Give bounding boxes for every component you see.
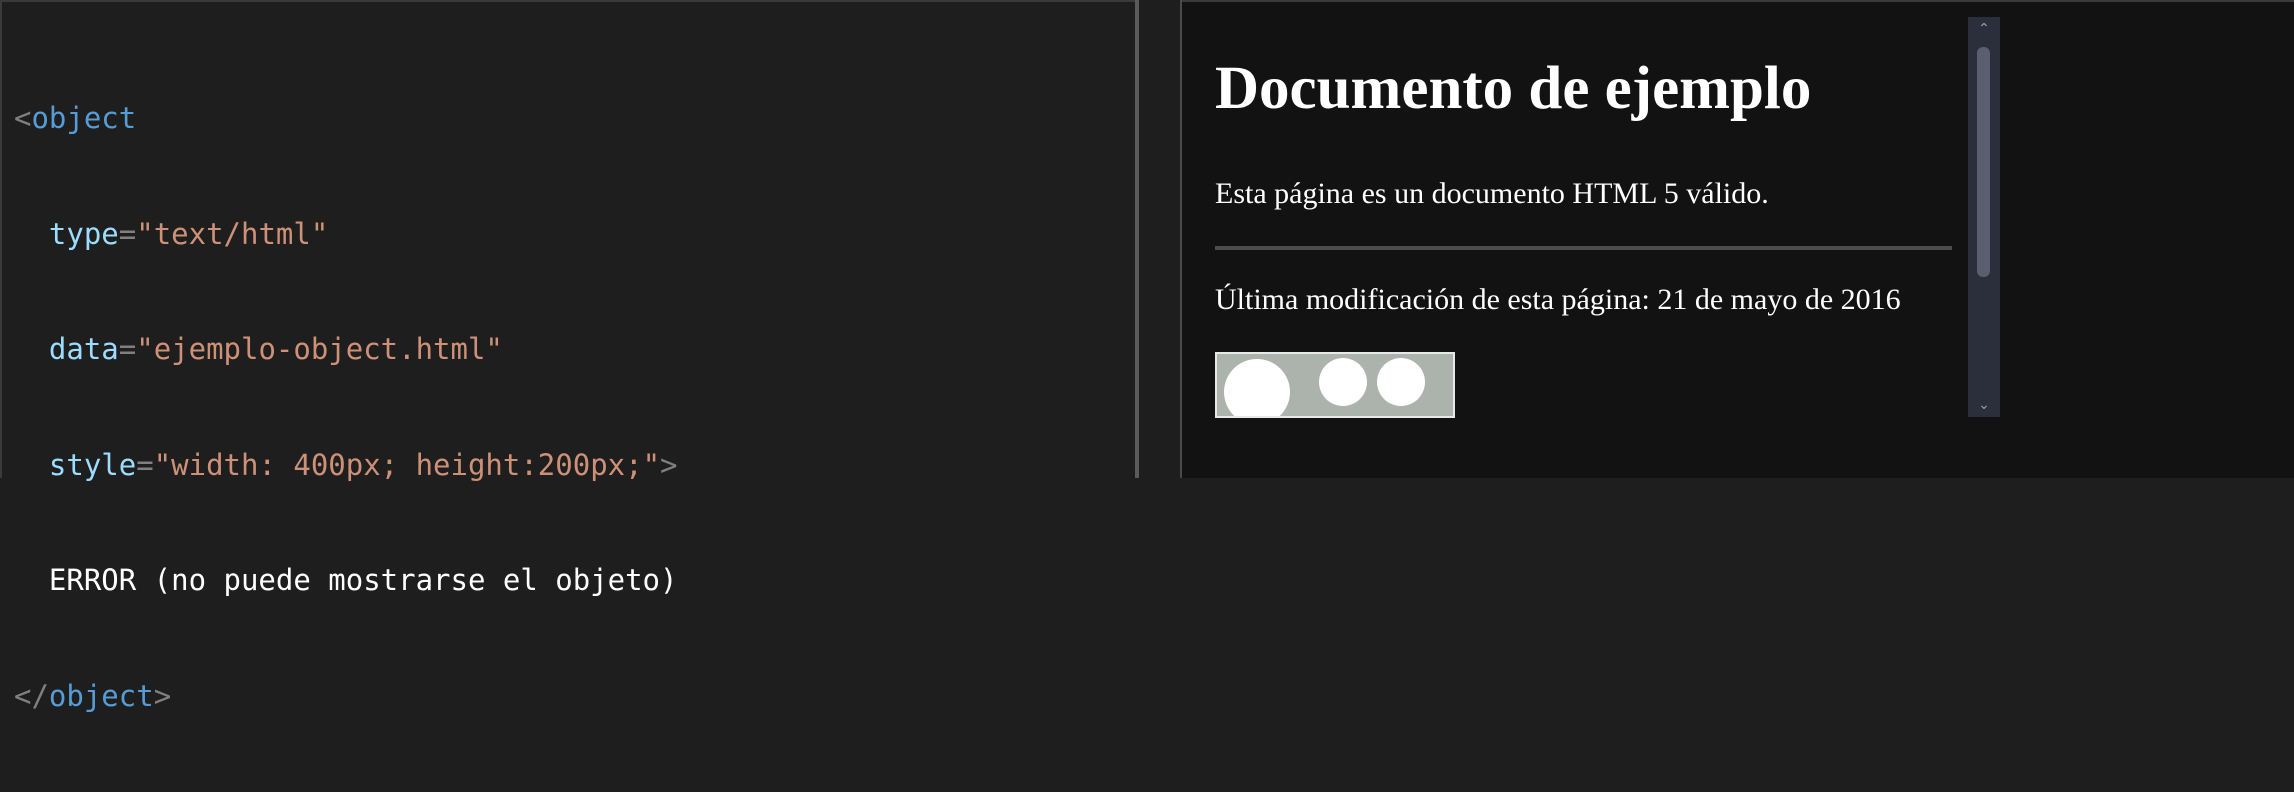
- code-line-2: type="text/html": [14, 215, 678, 254]
- scrollbar-thumb[interactable]: [1977, 47, 1990, 277]
- code-line-4: style="width: 400px; height:200px;">: [14, 446, 678, 485]
- equals-sign: =: [136, 447, 154, 482]
- code-line-5: ERROR (no puede mostrarse el objeto): [14, 561, 678, 600]
- tag-open-bracket: </: [14, 678, 49, 713]
- tag-name: object: [48, 678, 154, 713]
- code-line-6: </object>: [14, 677, 678, 716]
- code-editor-panel[interactable]: <object type="text/html" data="ejemplo-o…: [0, 0, 1135, 713]
- last-modified-text: Última modificación de esta página: 21 d…: [1215, 283, 1901, 316]
- document-heading: Documento de ejemplo: [1215, 55, 1812, 122]
- circles-logo-image: [1215, 352, 1455, 418]
- embedded-object-frame[interactable]: Documento de ejemplo Esta página es un d…: [1215, 18, 1965, 418]
- equals-sign: =: [118, 332, 137, 366]
- vertical-scrollbar[interactable]: ⌃ ⌄: [1968, 17, 2000, 417]
- tag-close-bracket: >: [660, 447, 678, 482]
- chevron-down-icon[interactable]: ⌄: [1968, 395, 2000, 415]
- attribute-value: "text/html": [136, 216, 329, 251]
- horizontal-rule: [1215, 246, 1952, 250]
- document-paragraph: Esta página es un documento HTML 5 válid…: [1215, 177, 1769, 210]
- attribute-name: style: [48, 447, 137, 482]
- fallback-text: ERROR (no puede mostrarse el objeto): [48, 563, 678, 597]
- tag-close-bracket: >: [153, 678, 172, 713]
- circle-shape: [1224, 359, 1290, 416]
- tag-name: object: [31, 101, 137, 135]
- code-block[interactable]: <object type="text/html" data="ejemplo-o…: [14, 22, 678, 792]
- equals-sign: =: [118, 216, 137, 251]
- attribute-value: "ejemplo-object.html": [136, 332, 503, 366]
- circle-shape: [1319, 358, 1367, 406]
- chevron-up-icon[interactable]: ⌃: [1968, 19, 2000, 39]
- code-line-1: <object: [14, 99, 678, 138]
- panel-gutter: [1139, 0, 1180, 478]
- circle-shape: [1377, 358, 1425, 406]
- attribute-name: type: [48, 216, 119, 251]
- attribute-name: data: [48, 332, 119, 366]
- attribute-value: "width: 400px; height:200px;": [153, 447, 661, 482]
- code-line-3: data="ejemplo-object.html": [14, 330, 678, 369]
- tag-open-bracket: <: [14, 101, 32, 135]
